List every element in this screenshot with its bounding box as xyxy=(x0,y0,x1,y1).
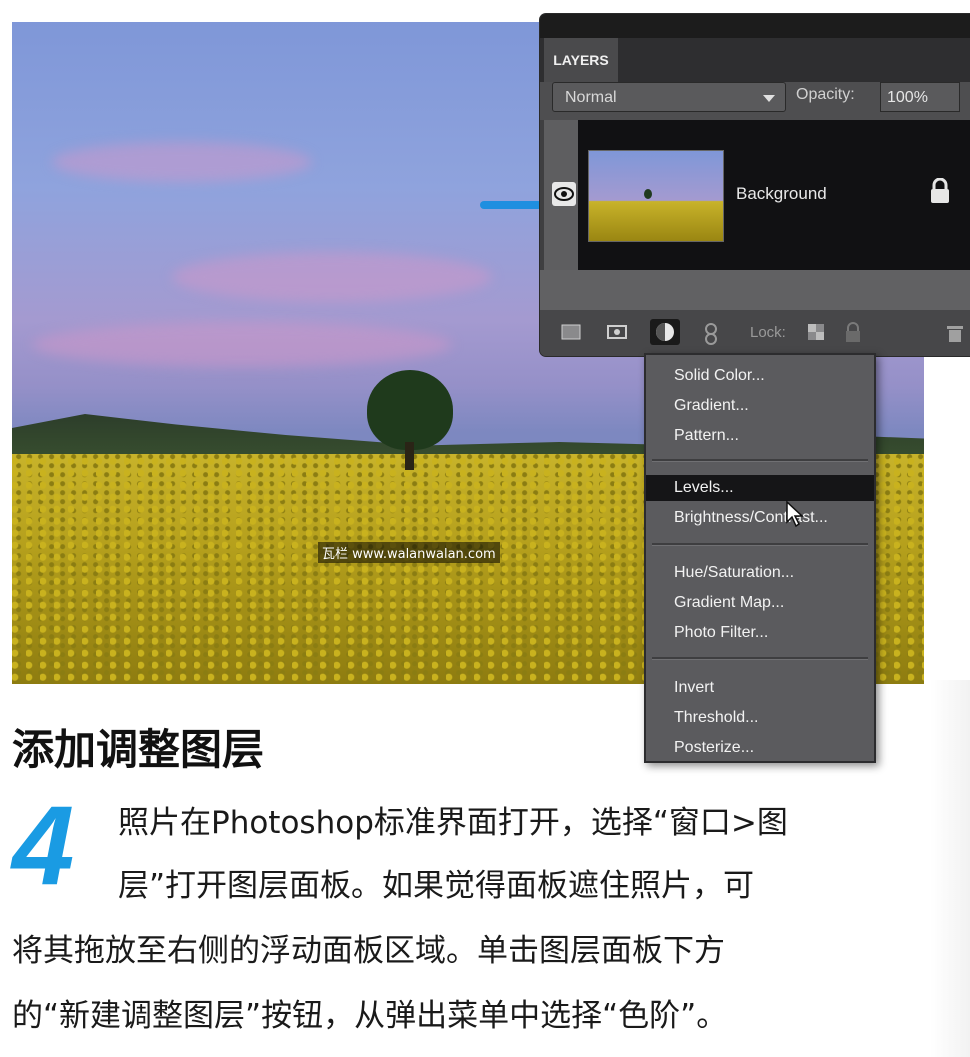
paragraph-line-2: 层”打开图层面板。如果觉得面板遮住照片，可 xyxy=(118,868,755,904)
step-number: 4 xyxy=(12,783,75,908)
opacity-label: Opacity: xyxy=(796,86,855,103)
watermark: 瓦栏 www.walanwalan.com xyxy=(318,542,500,563)
new-layer-icon[interactable] xyxy=(560,322,582,342)
callout-line xyxy=(480,201,542,209)
trash-icon[interactable] xyxy=(944,322,966,342)
layer-name: Background xyxy=(736,184,827,203)
menu-item-pattern[interactable]: Pattern... xyxy=(646,423,874,449)
menu-item-brightness-contrast[interactable]: Brightness/Contrast... xyxy=(646,505,874,531)
menu-item-invert[interactable]: Invert xyxy=(646,675,874,701)
mouse-pointer-icon xyxy=(785,500,805,532)
menu-item-gradient[interactable]: Gradient... xyxy=(646,393,874,419)
section-heading: 添加调整图层 xyxy=(12,725,265,774)
lock-all-icon[interactable] xyxy=(842,322,864,342)
menu-item-levels[interactable]: Levels... xyxy=(646,475,874,501)
panel-title-bar[interactable] xyxy=(540,14,970,38)
layer-list-empty-area xyxy=(540,270,970,310)
lock-icon xyxy=(929,177,951,209)
visibility-column xyxy=(544,120,578,270)
menu-item-gradient-map[interactable]: Gradient Map... xyxy=(646,590,874,616)
layers-panel: LAYERS Normal Opacity: 100% Background L… xyxy=(540,14,970,356)
layers-toolbar: Lock: xyxy=(540,310,970,356)
adjustment-layer-menu: Solid Color... Gradient... Pattern... Le… xyxy=(644,353,876,763)
tree-trunk xyxy=(405,442,414,470)
menu-item-photo-filter[interactable]: Photo Filter... xyxy=(646,620,874,646)
cloud xyxy=(52,142,312,182)
thumbnail-tree xyxy=(644,189,652,199)
menu-separator xyxy=(652,459,868,462)
panel-tab-row: LAYERS xyxy=(540,38,970,82)
tree xyxy=(367,370,453,450)
link-icon[interactable] xyxy=(700,322,722,345)
layer-thumbnail xyxy=(588,150,724,242)
lock-transparent-icon[interactable] xyxy=(806,322,828,342)
new-group-icon[interactable] xyxy=(606,322,628,342)
eye-icon[interactable] xyxy=(552,182,576,206)
cloud xyxy=(32,322,452,367)
blend-mode-select[interactable]: Normal xyxy=(552,82,786,112)
lock-label: Lock: xyxy=(750,324,786,341)
tab-layers[interactable]: LAYERS xyxy=(544,38,618,82)
blend-mode-value: Normal xyxy=(565,89,617,106)
layer-row-background[interactable]: Background xyxy=(578,120,970,270)
menu-item-posterize[interactable]: Posterize... xyxy=(646,735,874,761)
cloud xyxy=(172,252,492,302)
layer-list: Background xyxy=(540,120,970,270)
menu-item-threshold[interactable]: Threshold... xyxy=(646,705,874,731)
menu-separator xyxy=(652,543,868,546)
paragraph-line-1: 照片在Photoshop标准界面打开，选择“窗口>图 xyxy=(118,805,788,841)
opacity-field[interactable]: 100% xyxy=(880,82,960,112)
new-adjustment-layer-icon[interactable] xyxy=(650,319,680,345)
menu-item-solid-color[interactable]: Solid Color... xyxy=(646,363,874,389)
paragraph-line-3: 将其拖放至右侧的浮动面板区域。单击图层面板下方 xyxy=(12,933,725,969)
menu-item-hue-saturation[interactable]: Hue/Saturation... xyxy=(646,560,874,586)
paragraph-line-4: 的“新建调整图层”按钮，从弹出菜单中选择“色阶”。 xyxy=(12,998,728,1034)
page-edge xyxy=(930,680,970,1057)
menu-separator xyxy=(652,657,868,660)
chevron-down-icon xyxy=(763,95,775,102)
